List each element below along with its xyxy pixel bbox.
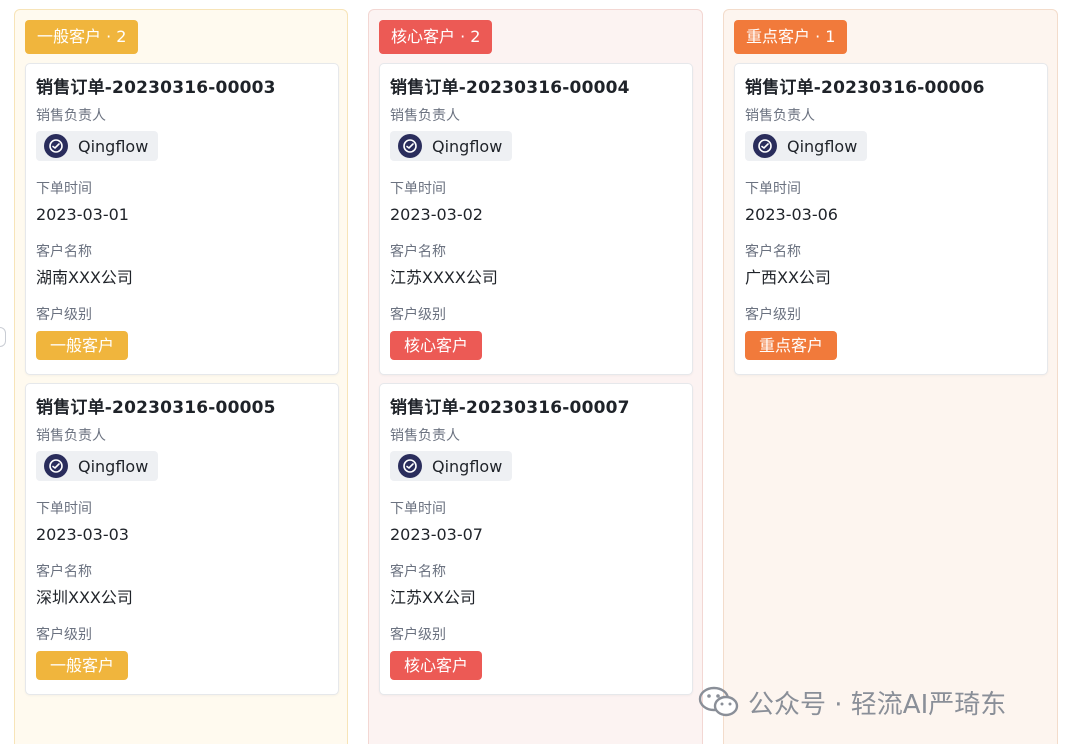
customer-label: 客户名称 <box>36 244 92 260</box>
customer-label: 客户名称 <box>36 564 92 580</box>
order-card[interactable]: 销售订单-20230316-00004 销售负责人 Qingflow 下单时间 … <box>379 63 693 375</box>
owner-label: 销售负责人 <box>390 108 460 124</box>
level-badge: 一般客户 <box>36 651 129 680</box>
level-label: 客户级别 <box>745 307 801 323</box>
owner-chip[interactable]: Qingflow <box>36 131 159 161</box>
date-label: 下单时间 <box>390 501 446 517</box>
kanban-board: 一般客户 · 2 销售订单-20230316-00003 销售负责人 Qingf… <box>0 0 1080 744</box>
date-label: 下单时间 <box>36 501 92 517</box>
owner-chip[interactable]: Qingflow <box>745 131 868 161</box>
date-label: 下单时间 <box>390 181 446 197</box>
watermark: 公众号 · 轻流AI严琦东 <box>698 682 1006 722</box>
qingflow-logo-icon <box>44 134 68 158</box>
level-badge: 重点客户 <box>745 331 838 360</box>
level-label: 客户级别 <box>36 307 92 323</box>
wechat-icon <box>698 685 740 719</box>
column-tag-general[interactable]: 一般客户 · 2 <box>25 20 139 54</box>
card-title: 销售订单-20230316-00007 <box>390 398 630 418</box>
customer-label: 客户名称 <box>390 564 446 580</box>
qingflow-logo-icon <box>753 134 777 158</box>
customer-name: 江苏XXXX公司 <box>390 268 498 287</box>
owner-name: Qingflow <box>432 136 503 156</box>
level-badge: 核心客户 <box>390 651 483 680</box>
owner-chip[interactable]: Qingflow <box>36 451 159 481</box>
owner-name: Qingflow <box>78 456 149 476</box>
level-label: 客户级别 <box>36 627 92 643</box>
order-card[interactable]: 销售订单-20230316-00006 销售负责人 Qingflow 下单时间 … <box>734 63 1048 375</box>
card-title: 销售订单-20230316-00004 <box>390 78 630 98</box>
customer-label: 客户名称 <box>745 244 801 260</box>
collapse-handle[interactable] <box>0 327 6 347</box>
column-core: 核心客户 · 2 销售订单-20230316-00004 销售负责人 Qingf… <box>368 9 703 744</box>
column-tag-key[interactable]: 重点客户 · 1 <box>734 20 848 54</box>
qingflow-logo-icon <box>398 454 422 478</box>
card-title: 销售订单-20230316-00006 <box>745 78 985 98</box>
column-key: 重点客户 · 1 销售订单-20230316-00006 销售负责人 Qingf… <box>723 9 1058 744</box>
level-label: 客户级别 <box>390 627 446 643</box>
customer-name: 广西XX公司 <box>745 268 831 287</box>
owner-chip[interactable]: Qingflow <box>390 451 513 481</box>
owner-label: 销售负责人 <box>36 428 106 444</box>
customer-label: 客户名称 <box>390 244 446 260</box>
date-label: 下单时间 <box>36 181 92 197</box>
customer-name: 江苏XX公司 <box>390 588 476 607</box>
owner-label: 销售负责人 <box>745 108 815 124</box>
order-card[interactable]: 销售订单-20230316-00007 销售负责人 Qingflow 下单时间 … <box>379 383 693 695</box>
owner-label: 销售负责人 <box>390 428 460 444</box>
owner-name: Qingflow <box>787 136 858 156</box>
watermark-text: 公众号 · 轻流AI严琦东 <box>748 689 1007 720</box>
customer-name: 湖南XXX公司 <box>36 268 133 287</box>
owner-chip[interactable]: Qingflow <box>390 131 513 161</box>
level-label: 客户级别 <box>390 307 446 323</box>
level-badge: 核心客户 <box>390 331 483 360</box>
owner-label: 销售负责人 <box>36 108 106 124</box>
owner-name: Qingflow <box>432 456 503 476</box>
order-card[interactable]: 销售订单-20230316-00005 销售负责人 Qingflow 下单时间 … <box>25 383 339 695</box>
order-date: 2023-03-03 <box>36 525 129 544</box>
level-badge: 一般客户 <box>36 331 129 360</box>
order-date: 2023-03-01 <box>36 205 129 224</box>
qingflow-logo-icon <box>398 134 422 158</box>
column-tag-core[interactable]: 核心客户 · 2 <box>379 20 493 54</box>
date-label: 下单时间 <box>745 181 801 197</box>
customer-name: 深圳XXX公司 <box>36 588 133 607</box>
order-date: 2023-03-02 <box>390 205 483 224</box>
qingflow-logo-icon <box>44 454 68 478</box>
card-title: 销售订单-20230316-00003 <box>36 78 276 98</box>
order-date: 2023-03-06 <box>745 205 838 224</box>
order-card[interactable]: 销售订单-20230316-00003 销售负责人 Qingflow 下单时间 … <box>25 63 339 375</box>
order-date: 2023-03-07 <box>390 525 483 544</box>
column-general: 一般客户 · 2 销售订单-20230316-00003 销售负责人 Qingf… <box>14 9 348 744</box>
card-title: 销售订单-20230316-00005 <box>36 398 276 418</box>
owner-name: Qingflow <box>78 136 149 156</box>
